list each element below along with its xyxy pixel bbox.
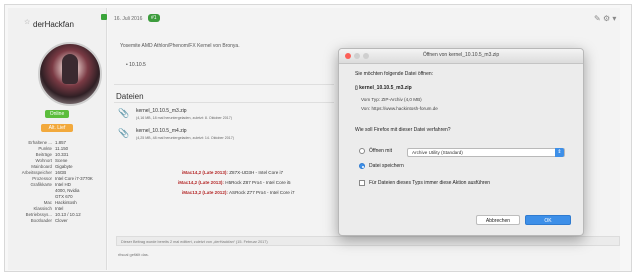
star-icon[interactable]: ☆	[24, 18, 30, 26]
cancel-button[interactable]: Abbrechen	[476, 215, 520, 225]
signature-value: Z87X-UD3H - Intel Core i7	[227, 170, 284, 175]
signature-key: iMac14,2 (Late 2013):	[182, 170, 228, 175]
signature-key: iMac13,2 (Late 2012):	[182, 190, 228, 195]
always-do-label[interactable]: Für Dateien dieses Typs immer diese Akti…	[369, 180, 490, 186]
signature-value: ASRock Z77 Pro4 - Intel Core i7	[227, 190, 295, 195]
rank-badge: Alt. Lief	[41, 124, 73, 132]
ok-button[interactable]: OK	[525, 215, 571, 225]
open-with-radio[interactable]	[359, 148, 365, 154]
post-intro-text: Yosemite AMD Athlon/Phenom/FX Kernel von…	[120, 43, 240, 49]
post-number-badge[interactable]: #1	[148, 14, 160, 22]
file-name[interactable]: kernel_10.10.5_m4.zip	[136, 128, 187, 134]
signature-key: iMac14,2 (Late 2013):	[178, 180, 224, 185]
save-file-radio[interactable]	[359, 163, 365, 169]
signature-line: iMac14,2 (Late 2013): Z87X-UD3H - Intel …	[182, 170, 283, 175]
file-name[interactable]: kernel_10.10.5_m3.zip	[136, 108, 187, 114]
version-bullet: • 10.10.5	[126, 62, 146, 68]
stat-value: Clover	[55, 218, 68, 223]
signature-line: iMac13,2 (Late 2012): ASRock Z77 Pro4 - …	[182, 190, 295, 195]
online-badge: Online	[45, 110, 69, 118]
dialog-file-type: Vom Typ: ZIP-Archiv (4,0 MB)	[361, 97, 422, 102]
likes-note[interactable]: ritscal gefällt das.	[118, 252, 149, 257]
username[interactable]: derHackfan	[33, 20, 74, 29]
open-with-value: Archive Utility (Standard)	[412, 150, 463, 155]
save-file-label[interactable]: Datei speichern	[369, 163, 404, 169]
separator	[114, 84, 334, 85]
always-do-checkbox[interactable]	[359, 180, 365, 186]
separator	[114, 102, 334, 103]
settings-icon[interactable]: ⚙	[603, 14, 610, 23]
file-meta: (4,25 MB, 48 mal heruntergeladen, zuletz…	[136, 136, 234, 140]
post-tools[interactable]: ✎ ⚙ ▾	[594, 14, 616, 23]
dialog-question: Sie möchten folgende Datei öffnen:	[355, 71, 434, 77]
avatar-figure	[62, 54, 78, 84]
file-icon: ▯	[355, 85, 358, 91]
dropdown-icon[interactable]: ▾	[612, 14, 616, 23]
files-heading: Dateien	[116, 92, 144, 101]
open-with-label[interactable]: Öffnen mit	[369, 148, 392, 154]
dialog-title: Öffnen von kernel_10.10.5_m3.zip	[422, 52, 500, 58]
dialog-question-action: Wie soll Firefox mit dieser Datei verfah…	[355, 127, 451, 133]
download-dialog: Öffnen von kernel_10.10.5_m3.zip Sie möc…	[338, 48, 584, 236]
online-status-icon	[101, 14, 107, 20]
signature-value: H5Rock Z87 Pro4 - Intel Core i5	[223, 180, 291, 185]
signature-line: iMac14,2 (Late 2013): H5Rock Z87 Pro4 - …	[178, 180, 291, 185]
open-with-select[interactable]: Archive Utility (Standard) ⇕	[407, 148, 565, 157]
dialog-titlebar[interactable]: Öffnen von kernel_10.10.5_m3.zip	[339, 49, 583, 64]
stat-row: Bootloader Clover	[18, 218, 104, 224]
post-date: 16. Juli 2016	[114, 16, 143, 22]
dialog-filename-text: kernel_10.10.5_m3.zip	[359, 85, 412, 91]
edit-note: Dieser Beitrag wurde bereits 2 mal editi…	[116, 236, 620, 246]
paperclip-icon: 📎	[118, 108, 130, 118]
avatar[interactable]	[38, 42, 102, 106]
edit-icon[interactable]: ✎	[594, 14, 601, 23]
chevron-updown-icon[interactable]: ⇕	[555, 148, 564, 157]
user-stats: Erhaltene ... 1.857 Punkte 11.150 Beiträge 10…	[18, 140, 104, 224]
file-meta: (4,16 MB, 18 mal heruntergeladen, zuletz…	[136, 116, 232, 120]
paperclip-icon: 📎	[118, 128, 130, 138]
dialog-file-source: Von: https://www.hackintosh-forum.de	[361, 106, 438, 111]
stat-key: Bootloader	[30, 218, 52, 223]
dialog-filename: ▯ kernel_10.10.5_m3.zip	[355, 85, 412, 91]
